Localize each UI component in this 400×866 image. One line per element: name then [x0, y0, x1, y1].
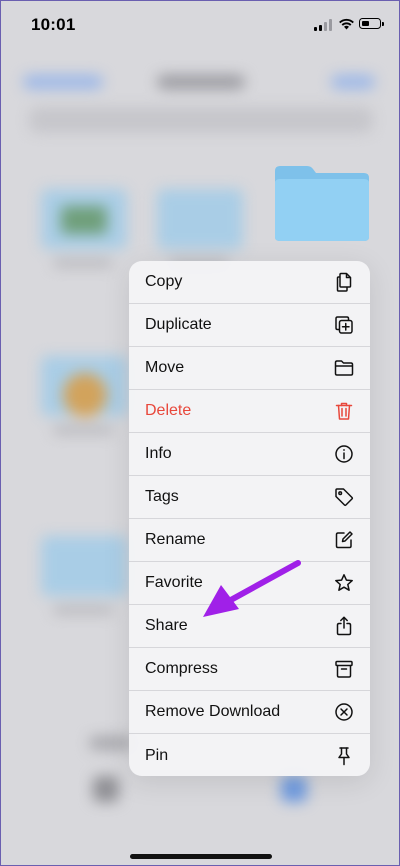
menu-item-label: Copy — [145, 273, 183, 290]
menu-item-label: Favorite — [145, 574, 203, 591]
menu-item-label: Info — [145, 445, 172, 462]
battery-icon — [359, 18, 384, 29]
tag-icon — [333, 486, 355, 508]
folder-icon — [333, 357, 355, 379]
menu-item-duplicate[interactable]: Duplicate — [129, 304, 370, 347]
menu-item-label: Rename — [145, 531, 206, 548]
menu-item-label: Delete — [145, 402, 192, 419]
menu-item-move[interactable]: Move — [129, 347, 370, 390]
archive-icon — [333, 658, 355, 680]
folder-icon-preview — [275, 166, 369, 241]
cellular-signal-icon — [314, 19, 332, 31]
menu-item-remove-download[interactable]: Remove Download — [129, 691, 370, 734]
status-time: 10:01 — [31, 15, 76, 34]
home-indicator[interactable] — [130, 854, 272, 859]
rename-icon — [333, 529, 355, 551]
trash-icon — [333, 400, 355, 422]
menu-item-info[interactable]: Info — [129, 433, 370, 476]
menu-item-tags[interactable]: Tags — [129, 476, 370, 519]
copy-icon — [333, 271, 355, 293]
context-menu: Copy Duplicate Move Delete Info Tags Ren… — [129, 261, 370, 776]
menu-item-pin[interactable]: Pin — [129, 734, 370, 776]
menu-item-label: Share — [145, 617, 188, 634]
remove-download-icon — [333, 701, 355, 723]
screen-frame: 10:01 Copy Duplicate Move Delete Info Ta… — [0, 0, 400, 866]
menu-item-delete[interactable]: Delete — [129, 390, 370, 433]
menu-item-compress[interactable]: Compress — [129, 648, 370, 691]
menu-item-label: Remove Download — [145, 703, 281, 720]
info-icon — [333, 443, 355, 465]
status-bar: 10:01 — [1, 1, 400, 49]
star-icon — [333, 572, 355, 594]
menu-item-label: Compress — [145, 660, 218, 677]
wifi-icon — [339, 18, 354, 30]
menu-item-label: Move — [145, 359, 185, 376]
menu-item-label: Pin — [145, 746, 169, 764]
share-icon — [333, 615, 355, 637]
pin-icon — [333, 745, 355, 767]
menu-item-label: Duplicate — [145, 316, 212, 333]
menu-item-copy[interactable]: Copy — [129, 261, 370, 304]
annotation-arrow-icon — [203, 560, 301, 617]
duplicate-icon — [333, 314, 355, 336]
menu-item-rename[interactable]: Rename — [129, 519, 370, 562]
menu-item-label: Tags — [145, 488, 179, 505]
